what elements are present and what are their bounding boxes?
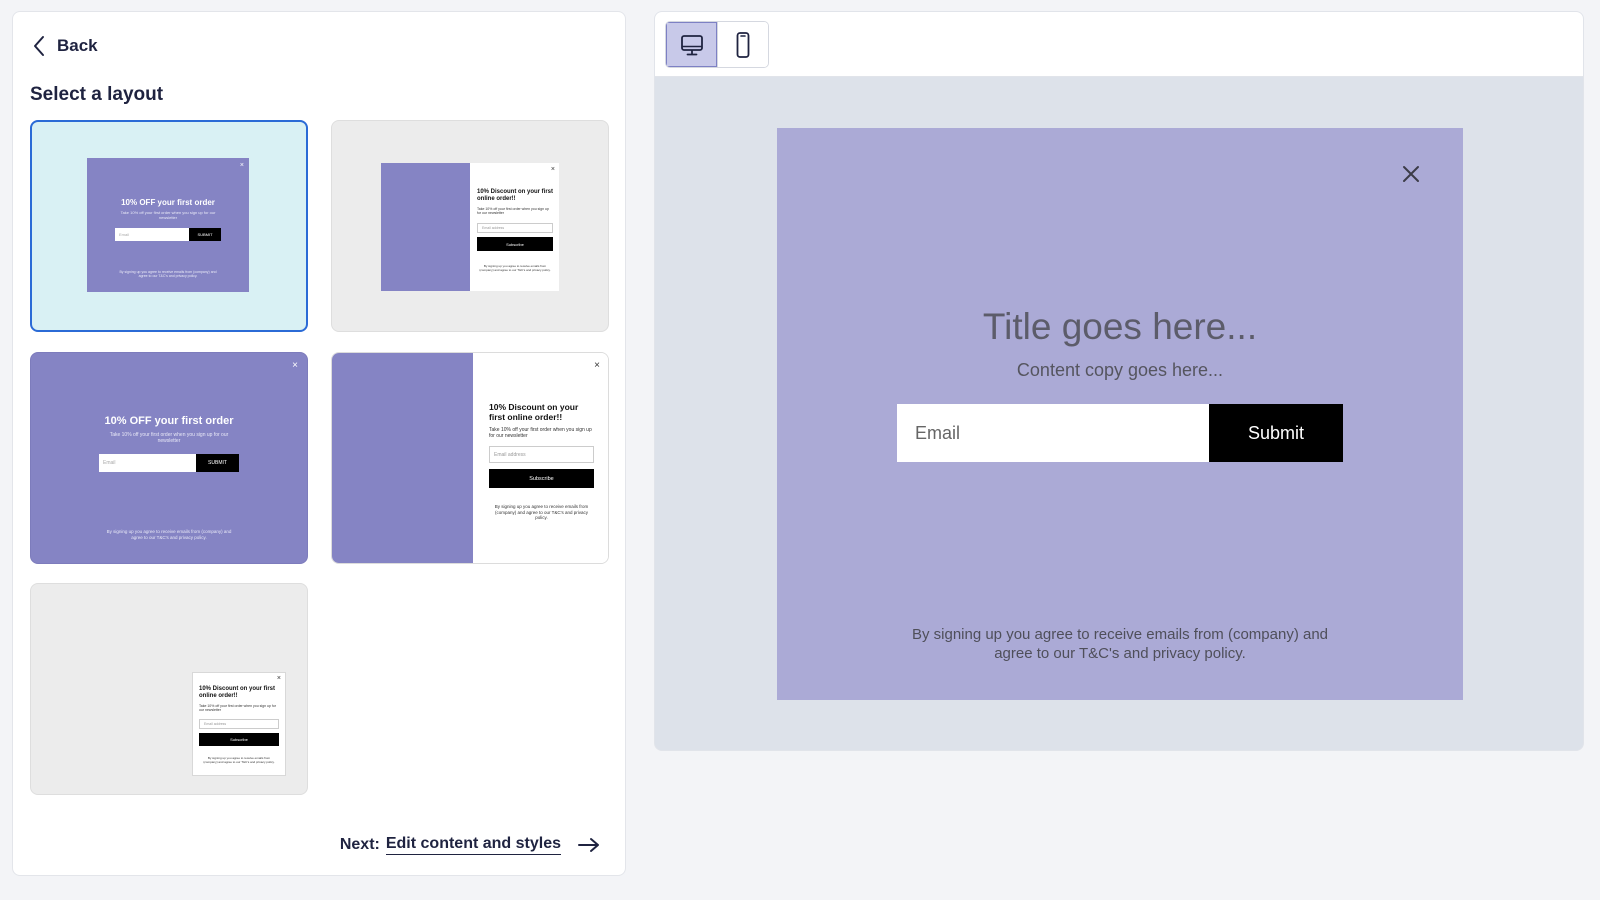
thumb-legal: By signing up you agree to receive email… xyxy=(106,529,232,540)
layout-option-split-full[interactable]: × 10% Discount on your first online orde… xyxy=(331,352,609,564)
popup-copy: Content copy goes here... xyxy=(1016,360,1224,380)
thumb-email: Email address xyxy=(199,719,279,729)
thumb-content-area: × 10% Discount on your first online orde… xyxy=(473,353,608,563)
thumb-email: Email xyxy=(115,228,189,241)
desktop-view-button[interactable] xyxy=(666,22,717,67)
thumb-email: Email address xyxy=(477,223,553,233)
section-title: Select a layout xyxy=(30,84,164,105)
arrow-right-icon xyxy=(578,838,599,852)
preview-panel: Title goes here... Content copy goes her… xyxy=(654,11,1584,751)
close-icon: × xyxy=(594,360,600,371)
thumb-email: Email xyxy=(99,454,196,472)
thumb-popup: × 10% OFF your first order Take 10% off … xyxy=(87,158,249,292)
close-icon[interactable] xyxy=(1399,162,1423,186)
thumb-popup: × 10% Discount on your first online orde… xyxy=(381,163,559,291)
close-icon: × xyxy=(292,360,298,371)
layout-option-centered-small[interactable]: × 10% OFF your first order Take 10% off … xyxy=(30,120,308,332)
thumb-form: Email SUBMIT xyxy=(115,228,221,241)
next-prefix: Next: xyxy=(339,836,380,853)
preview-toolbar xyxy=(655,12,1583,77)
email-input[interactable] xyxy=(897,404,1209,462)
chevron-left-icon xyxy=(34,36,44,56)
next-link[interactable]: Edit content and styles xyxy=(385,835,561,855)
layout-option-centered-full[interactable]: × 10% OFF your first order Take 10% off … xyxy=(30,352,308,564)
thumb-title: 10% OFF your first order xyxy=(104,415,234,427)
layout-option-corner[interactable]: × 10% Discount on your first online orde… xyxy=(30,583,308,795)
thumb-title: 10% Discount on your first online order!… xyxy=(489,402,579,422)
thumb-title: 10% Discount on your first online order!… xyxy=(199,686,276,699)
thumb-legal: By signing up you agree to receive email… xyxy=(119,270,217,279)
thumb-copy: Take 10% off your first order when you s… xyxy=(109,432,229,444)
thumb-copy: Take 10% off your first order when you s… xyxy=(477,207,549,216)
thumb-copy: Take 10% off your first order when you s… xyxy=(199,704,276,713)
thumb-legal: By signing up you agree to receive email… xyxy=(494,504,589,521)
submit-button[interactable]: Submit xyxy=(1209,404,1343,462)
layout-panel: Back Select a layout × 10% OFF your firs… xyxy=(12,11,626,876)
thumb-copy: Take 10% off your first order when you s… xyxy=(489,427,592,439)
thumb-title: 10% OFF your first order xyxy=(121,198,215,207)
thumb-legal: By signing up you agree to receive email… xyxy=(479,264,551,272)
layout-option-split-small[interactable]: × 10% Discount on your first online orde… xyxy=(331,120,609,332)
thumb-popup: × 10% Discount on your first online orde… xyxy=(192,672,286,776)
thumb-legal: By signing up you agree to receive email… xyxy=(203,756,275,764)
back-button[interactable]: Back xyxy=(31,34,98,58)
thumb-content-area: × 10% Discount on your first online orde… xyxy=(470,163,559,291)
popup-preview: Title goes here... Content copy goes her… xyxy=(777,128,1463,700)
popup-legal-text: By signing up you agree to receive email… xyxy=(911,626,1329,662)
mobile-icon xyxy=(736,31,750,58)
back-label: Back xyxy=(57,36,98,55)
thumb-submit: Subscribe xyxy=(199,733,279,746)
close-icon: × xyxy=(550,166,555,173)
thumb-submit: Subscribe xyxy=(477,237,553,251)
thumb-form: Email SUBMIT xyxy=(99,454,239,472)
thumb-submit: SUBMIT xyxy=(196,454,239,472)
thumb-submit: Subscribe xyxy=(489,469,594,488)
device-toggle xyxy=(665,21,769,68)
thumb-image-area xyxy=(332,353,473,563)
thumb-image-area xyxy=(381,163,470,291)
popup-signup-form: Submit xyxy=(897,404,1343,462)
next-step-button[interactable]: Next: Edit content and styles xyxy=(340,835,601,855)
close-icon: × xyxy=(239,162,244,169)
mobile-view-button[interactable] xyxy=(717,22,768,67)
thumb-title: 10% Discount on your first online order!… xyxy=(477,189,554,202)
thumb-submit: SUBMIT xyxy=(189,228,221,241)
thumb-copy: Take 10% off your first order when you s… xyxy=(120,210,216,220)
desktop-icon xyxy=(680,34,703,55)
close-icon: × xyxy=(276,675,281,682)
popup-title: Title goes here... xyxy=(982,306,1258,347)
thumb-email: Email address xyxy=(489,446,594,463)
